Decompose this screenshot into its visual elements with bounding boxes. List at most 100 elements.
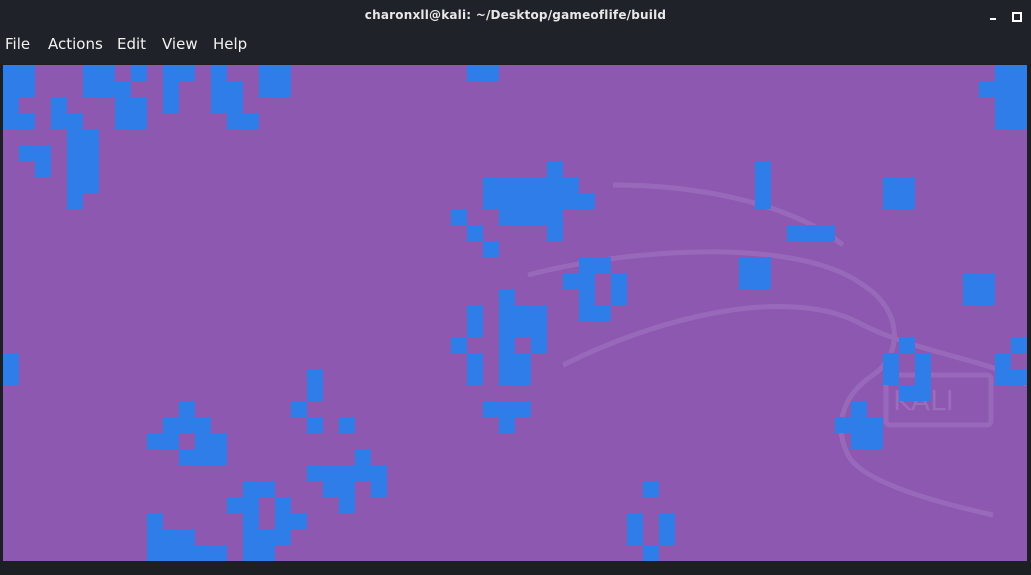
live-cell <box>467 305 483 321</box>
live-cell <box>851 433 867 449</box>
live-cell <box>563 193 579 209</box>
live-cell <box>83 65 99 81</box>
live-cell <box>467 65 483 81</box>
live-cell <box>963 273 979 289</box>
live-cell <box>259 529 275 545</box>
live-cell <box>179 401 195 417</box>
live-cell <box>19 145 35 161</box>
live-cell <box>643 545 659 561</box>
live-cell <box>515 177 531 193</box>
grid-svg: KALI <box>3 65 1027 561</box>
live-cell <box>131 65 147 81</box>
menu-edit[interactable]: Edit <box>117 34 146 54</box>
live-cell <box>227 97 243 113</box>
live-cell <box>547 177 563 193</box>
live-cell <box>531 177 547 193</box>
live-cell <box>227 497 243 513</box>
live-cell <box>851 401 867 417</box>
live-cell <box>67 177 83 193</box>
window-titlebar: charonxll@kali: ~/Desktop/gameoflife/bui… <box>0 0 1031 32</box>
live-cell <box>83 177 99 193</box>
live-cell <box>307 369 323 385</box>
live-cell <box>163 433 179 449</box>
live-cell <box>451 209 467 225</box>
live-cell <box>355 465 371 481</box>
live-cell <box>147 529 163 545</box>
live-cell <box>835 417 851 433</box>
live-cell <box>739 257 755 273</box>
live-cell <box>243 513 259 529</box>
live-cell <box>147 513 163 529</box>
live-cell <box>547 193 563 209</box>
minimize-icon[interactable] <box>986 9 1000 23</box>
live-cell <box>259 545 275 561</box>
cells-layer <box>3 65 1027 561</box>
live-cell <box>883 369 899 385</box>
menu-view[interactable]: View <box>162 34 198 54</box>
live-cell <box>995 369 1011 385</box>
live-cell <box>371 481 387 497</box>
menu-actions[interactable]: Actions <box>48 34 103 54</box>
live-cell <box>227 81 243 97</box>
live-cell <box>867 417 883 433</box>
live-cell <box>627 513 643 529</box>
live-cell <box>259 481 275 497</box>
live-cell <box>483 65 499 81</box>
live-cell <box>579 289 595 305</box>
live-cell <box>659 529 675 545</box>
live-cell <box>531 193 547 209</box>
menu-file[interactable]: File <box>5 34 30 54</box>
live-cell <box>211 65 227 81</box>
live-cell <box>195 433 211 449</box>
live-cell <box>819 225 835 241</box>
live-cell <box>995 81 1011 97</box>
live-cell <box>211 81 227 97</box>
live-cell <box>19 81 35 97</box>
live-cell <box>19 113 35 129</box>
live-cell <box>275 65 291 81</box>
window-title: charonxll@kali: ~/Desktop/gameoflife/bui… <box>364 8 667 22</box>
live-cell <box>803 225 819 241</box>
live-cell <box>3 97 19 113</box>
live-cell <box>195 417 211 433</box>
live-cell <box>83 129 99 145</box>
live-cell <box>67 145 83 161</box>
live-cell <box>371 465 387 481</box>
live-cell <box>499 305 515 321</box>
live-cell <box>963 289 979 305</box>
live-cell <box>915 385 931 401</box>
live-cell <box>979 81 995 97</box>
live-cell <box>179 529 195 545</box>
live-cell <box>995 65 1011 81</box>
kali-watermark <box>527 182 1027 518</box>
live-cell <box>579 257 595 273</box>
live-cell <box>755 177 771 193</box>
live-cell <box>755 161 771 177</box>
live-cell <box>275 513 291 529</box>
live-cell <box>883 193 899 209</box>
live-cell <box>499 337 515 353</box>
live-cell <box>899 177 915 193</box>
live-cell <box>499 193 515 209</box>
live-cell <box>579 305 595 321</box>
live-cell <box>499 417 515 433</box>
live-cell <box>995 353 1011 369</box>
live-cell <box>659 513 675 529</box>
live-cell <box>467 353 483 369</box>
live-cell <box>755 193 771 209</box>
live-cell <box>915 353 931 369</box>
live-cell <box>499 353 515 369</box>
menu-help[interactable]: Help <box>213 34 247 54</box>
maximize-icon[interactable] <box>1009 9 1023 23</box>
live-cell <box>339 465 355 481</box>
live-cell <box>163 81 179 97</box>
live-cell <box>3 65 19 81</box>
game-of-life-canvas[interactable]: KALI <box>3 65 1027 561</box>
live-cell <box>163 545 179 561</box>
live-cell <box>275 497 291 513</box>
live-cell <box>307 385 323 401</box>
live-cell <box>979 273 995 289</box>
live-cell <box>499 321 515 337</box>
live-cell <box>339 481 355 497</box>
live-cell <box>611 289 627 305</box>
